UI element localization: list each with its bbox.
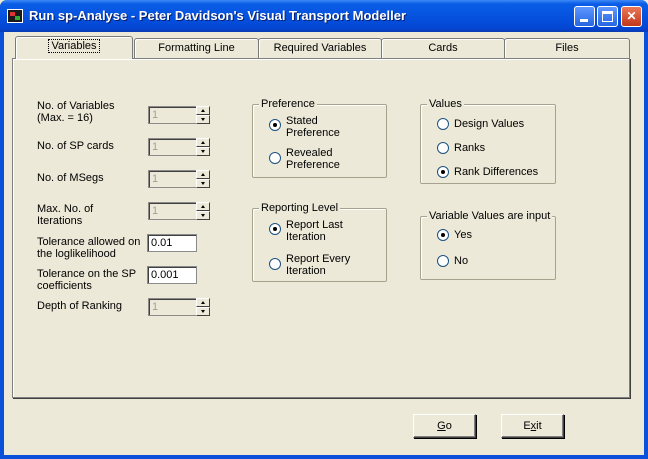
num-msegs-spinner[interactable]	[196, 170, 210, 188]
revealed-preference-label[interactable]: Revealed Preference	[286, 147, 340, 171]
go-button[interactable]: Go	[413, 414, 476, 438]
spin-down-icon[interactable]	[196, 115, 210, 124]
no-label[interactable]: No	[454, 255, 468, 267]
no-radio[interactable]	[437, 255, 449, 267]
yes-label[interactable]: Yes	[454, 229, 472, 241]
reporting-level-group: Reporting Level Report Last Iteration Re…	[252, 202, 387, 282]
spin-up-icon[interactable]	[196, 138, 210, 147]
ranks-radio[interactable]	[437, 142, 449, 154]
report-every-iteration-radio[interactable]	[269, 258, 281, 270]
tab-formatting-line[interactable]: Formatting Line	[134, 38, 259, 58]
tab-cards[interactable]: Cards	[381, 38, 505, 58]
design-values-radio[interactable]	[437, 118, 449, 130]
spin-up-icon[interactable]	[196, 170, 210, 179]
label-line: Tolerance on the SP	[37, 268, 137, 280]
label-line: Max. No. of	[37, 203, 94, 215]
label-line: Iteration	[286, 231, 326, 243]
num-sp-cards-input[interactable]: 1	[148, 138, 196, 156]
label-line: Iterations	[37, 215, 83, 227]
spin-down-icon[interactable]	[196, 211, 210, 220]
stated-preference-radio[interactable]	[269, 119, 281, 131]
spin-down-icon[interactable]	[196, 307, 210, 316]
tab-label: Cards	[428, 42, 458, 54]
tab-required-variables[interactable]: Required Variables	[258, 38, 382, 58]
revealed-preference-radio[interactable]	[269, 152, 281, 164]
tolerance-sp-label: Tolerance on the SP coefficients	[37, 268, 136, 292]
report-last-iteration-label[interactable]: Report Last Iteration	[286, 219, 343, 243]
tab-variables[interactable]: Variables	[15, 36, 133, 59]
tab-label: Files	[555, 42, 579, 54]
report-last-iteration-radio[interactable]	[269, 223, 281, 235]
values-group-title: Values	[427, 98, 464, 111]
title-bar[interactable]: Run sp-Analyse - Peter Davidson's Visual…	[0, 0, 648, 32]
num-variables-spinner[interactable]	[196, 106, 210, 124]
max-iterations-label: Max. No. of Iterations	[37, 203, 93, 227]
tab-label: Required Variables	[273, 42, 367, 54]
design-values-label[interactable]: Design Values	[454, 118, 524, 130]
rank-differences-label[interactable]: Rank Differences	[454, 166, 538, 178]
app-icon[interactable]	[7, 9, 23, 23]
label-line: Report Every	[286, 253, 351, 265]
reporting-level-group-title: Reporting Level	[259, 202, 341, 215]
close-icon: ✕	[626, 9, 637, 23]
depth-ranking-input[interactable]: 1	[148, 298, 196, 316]
label-line: Tolerance allowed on	[37, 236, 141, 248]
label-line: coefficients	[37, 280, 92, 292]
label-line: Revealed	[286, 147, 333, 159]
num-sp-cards-spinner[interactable]	[196, 138, 210, 156]
label-line: (Max. = 16)	[37, 112, 93, 124]
preference-group: Preference Stated Preference Revealed Pr…	[252, 98, 387, 178]
tab-label: Formatting Line	[158, 42, 235, 54]
go-label-rest: o	[445, 420, 452, 432]
spin-up-icon[interactable]	[196, 298, 210, 307]
tolerance-loglik-label: Tolerance allowed on the loglikelihood	[37, 236, 140, 260]
maximize-icon	[602, 11, 613, 22]
maximize-button[interactable]	[597, 6, 618, 27]
depth-ranking-spinner[interactable]	[196, 298, 210, 316]
preference-group-title: Preference	[259, 98, 317, 111]
label-line: Stated	[286, 115, 318, 127]
report-every-iteration-label[interactable]: Report Every Iteration	[286, 253, 350, 277]
label-line: Iteration	[286, 265, 326, 277]
window-title: Run sp-Analyse - Peter Davidson's Visual…	[29, 8, 407, 23]
max-iterations-spinner[interactable]	[196, 202, 210, 220]
ranks-label[interactable]: Ranks	[454, 142, 485, 154]
num-msegs-label: No. of MSegs	[37, 172, 104, 184]
label-line: Preference	[286, 159, 340, 171]
num-variables-label: No. of Variables (Max. = 16)	[37, 100, 114, 124]
exit-button[interactable]: Exit	[501, 414, 564, 438]
rank-differences-radio[interactable]	[437, 166, 449, 178]
label-line: Report Last	[286, 219, 343, 231]
tab-label: Variables	[48, 39, 100, 53]
variable-values-input-group: Variable Values are input Yes No	[420, 210, 556, 280]
exit-label-pre: E	[523, 420, 531, 432]
num-variables-input[interactable]: 1	[148, 106, 196, 124]
num-msegs-input[interactable]: 1	[148, 170, 196, 188]
num-sp-cards-label: No. of SP cards	[37, 140, 114, 152]
yes-radio[interactable]	[437, 229, 449, 241]
tolerance-loglik-input[interactable]: 0.01	[147, 234, 197, 252]
stated-preference-label[interactable]: Stated Preference	[286, 115, 340, 139]
go-mnemonic: G	[437, 420, 446, 432]
spin-down-icon[interactable]	[196, 179, 210, 188]
values-group: Values Design Values Ranks Rank Differen…	[420, 98, 556, 184]
variable-values-input-group-title: Variable Values are input	[427, 210, 553, 223]
close-button[interactable]: ✕	[621, 6, 642, 27]
depth-ranking-label: Depth of Ranking	[37, 300, 122, 312]
exit-label-rest: it	[536, 420, 542, 432]
spin-down-icon[interactable]	[196, 147, 210, 156]
minimize-icon	[580, 19, 588, 22]
spin-up-icon[interactable]	[196, 106, 210, 115]
max-iterations-input[interactable]: 1	[148, 202, 196, 220]
label-line: Preference	[286, 127, 340, 139]
label-line: No. of Variables	[37, 100, 115, 112]
label-line: the loglikelihood	[37, 248, 116, 260]
spin-up-icon[interactable]	[196, 202, 210, 211]
tolerance-sp-input[interactable]: 0.001	[147, 266, 197, 284]
tab-files[interactable]: Files	[504, 38, 630, 58]
minimize-button[interactable]	[574, 6, 595, 27]
